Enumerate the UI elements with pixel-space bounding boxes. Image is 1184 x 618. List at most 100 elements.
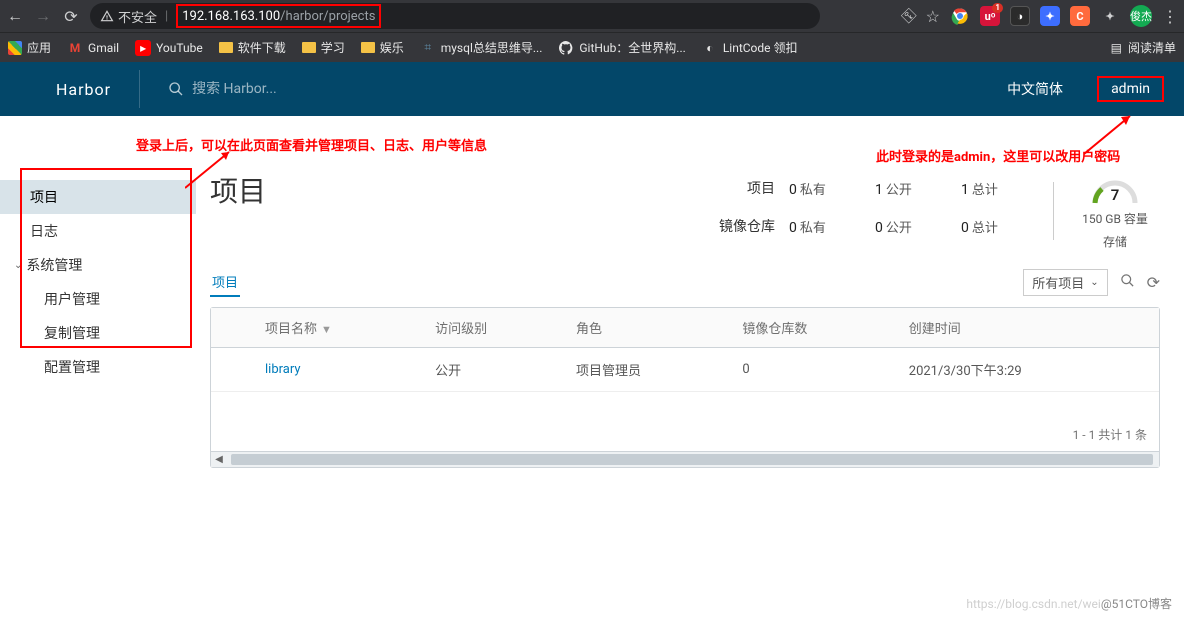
folder-icon xyxy=(361,42,375,53)
header-divider xyxy=(139,70,140,108)
sidebar: 项目 日志 ⌄ 系统管理 用户管理 复制管理 配置管理 xyxy=(0,116,196,618)
sidebar-item-label: 系统管理 xyxy=(26,255,82,275)
gmail-icon: M xyxy=(67,40,83,56)
sidebar-item-sysadmin[interactable]: ⌄ 系统管理 xyxy=(0,248,196,282)
profile-avatar[interactable]: 俊杰 xyxy=(1130,5,1152,27)
summary-cell: 1总计 xyxy=(961,179,1047,198)
warning-icon xyxy=(100,9,114,23)
table-row xyxy=(211,392,1159,418)
filter-dropdown[interactable]: 所有项目 ⌄ xyxy=(1023,269,1107,296)
storage-gauge: 7 150 GB 容量 存储 xyxy=(1070,178,1160,250)
ext-chrome-icon[interactable] xyxy=(950,6,970,26)
bookmark-folder-download[interactable]: 软件下载 xyxy=(219,39,286,56)
summary-divider xyxy=(1053,182,1054,240)
table-header: 项目名称▼ 访问级别 角色 镜像仓库数 创建时间 xyxy=(211,308,1159,348)
annotation-right: 此时登录的是admin，这里可以改用户密码 xyxy=(876,146,1120,165)
nav-back-icon[interactable]: ← xyxy=(6,6,24,26)
chevron-down-icon: ⌄ xyxy=(1090,277,1098,288)
th-access[interactable]: 访问级别 xyxy=(425,308,566,348)
th-repo-count[interactable]: 镜像仓库数 xyxy=(732,308,898,348)
bookmark-gmail[interactable]: M Gmail xyxy=(67,40,119,56)
bookmark-github[interactable]: GitHub：全世界构... xyxy=(558,39,685,56)
browser-menu-icon[interactable]: ⋮ xyxy=(1162,7,1178,26)
bookmark-label: YouTube xyxy=(156,41,203,55)
insecure-indicator[interactable]: 不安全 xyxy=(100,7,157,26)
th-name[interactable]: 项目名称▼ xyxy=(255,308,425,348)
bookmark-label: 学习 xyxy=(321,39,345,56)
search-wrap xyxy=(168,81,1007,97)
sidebar-item-logs[interactable]: 日志 xyxy=(0,214,196,248)
cell-repo-count: 0 xyxy=(732,348,898,392)
toolbar-right: ⚿ ☆ uᵒ1 ◑ ✦ C ✦ 俊杰 ⋮ xyxy=(903,5,1178,27)
mysql-icon: ⌗ xyxy=(420,40,436,56)
ext-orange-icon[interactable]: C xyxy=(1070,6,1090,26)
bookmark-mysql[interactable]: ⌗ mysql总结思维导... xyxy=(420,39,543,56)
github-icon xyxy=(558,40,574,56)
sidebar-item-replication[interactable]: 复制管理 xyxy=(0,316,196,350)
harbor-header: Harbor 中文简体 admin xyxy=(0,62,1184,116)
ext-dark-icon[interactable]: ◑ xyxy=(1010,6,1030,26)
bookmark-label: 应用 xyxy=(27,39,51,56)
address-bar[interactable]: 不安全 | 192.168.163.100/harbor/projects xyxy=(90,3,820,29)
gauge-value: 7 xyxy=(1070,186,1160,204)
gauge-label: 150 GB 容量 xyxy=(1070,210,1160,227)
bookmark-apps[interactable]: 应用 xyxy=(8,39,51,56)
language-switcher[interactable]: 中文简体 xyxy=(1007,79,1063,99)
summary-project-label: 项目 xyxy=(709,178,789,198)
search-filter-icon[interactable] xyxy=(1120,273,1135,292)
table-row[interactable]: library 公开 项目管理员 0 2021/3/30下午3:29 xyxy=(211,348,1159,392)
user-menu-button[interactable]: admin xyxy=(1097,76,1164,102)
ext-blue-icon[interactable]: ✦ xyxy=(1040,6,1060,26)
watermark-dark: @51CTO博客 xyxy=(1101,597,1172,611)
sidebar-item-users[interactable]: 用户管理 xyxy=(0,282,196,316)
annotation-arrow-left xyxy=(185,148,235,198)
scrollbar-thumb[interactable] xyxy=(231,454,1153,465)
extensions-puzzle-icon[interactable]: ✦ xyxy=(1100,6,1120,26)
folder-icon xyxy=(219,42,233,53)
tab-projects[interactable]: 项目 xyxy=(210,268,240,297)
bookmark-lintcode[interactable]: ◐LintCode 领扣 xyxy=(702,39,798,56)
bookmark-folder-study[interactable]: 学习 xyxy=(302,39,345,56)
summary-repo-label: 镜像仓库 xyxy=(709,216,789,236)
sidebar-item-config[interactable]: 配置管理 xyxy=(0,350,196,384)
summary-cell: 1公开 xyxy=(875,179,961,198)
nav-forward-icon[interactable]: → xyxy=(34,6,52,26)
sidebar-item-projects[interactable]: 项目 xyxy=(0,180,196,214)
th-created[interactable]: 创建时间 xyxy=(899,308,1159,348)
reading-list-button[interactable]: ▤ 阅读清单 xyxy=(1111,39,1176,56)
bookmark-folder-fun[interactable]: 娱乐 xyxy=(361,39,404,56)
reading-list-icon: ▤ xyxy=(1111,41,1122,55)
filter-icon: ▼ xyxy=(321,323,332,336)
scroll-left-icon[interactable]: ◀ xyxy=(211,454,227,465)
chevron-down-icon: ⌄ xyxy=(14,260,22,271)
apps-grid-icon xyxy=(8,41,22,55)
bookmark-star-icon[interactable]: ☆ xyxy=(926,7,940,26)
search-icon xyxy=(168,81,184,97)
th-checkbox[interactable] xyxy=(211,308,255,348)
watermark: https://blog.csdn.net/wei@51CTO博客 xyxy=(966,595,1172,612)
summary-cell: 0私有 xyxy=(789,217,875,236)
cell-role: 项目管理员 xyxy=(566,348,732,392)
ext-ublock-icon[interactable]: uᵒ1 xyxy=(980,6,1000,26)
reading-list-label: 阅读清单 xyxy=(1128,39,1176,56)
project-name-link[interactable]: library xyxy=(265,362,301,377)
url-path: /harbor/projects xyxy=(280,9,375,24)
reload-icon[interactable]: ⟳ xyxy=(62,7,80,26)
insecure-label: 不安全 xyxy=(118,7,157,26)
search-input[interactable] xyxy=(192,81,492,97)
browser-toolbar: ← → ⟳ 不安全 | 192.168.163.100/harbor/proje… xyxy=(0,0,1184,32)
watermark-light: https://blog.csdn.net/wei xyxy=(966,597,1101,611)
horizontal-scrollbar[interactable]: ◀ xyxy=(211,451,1159,467)
refresh-icon[interactable]: ⟳ xyxy=(1147,273,1160,292)
content-area: 项目 项目 0私有 1公开 1总计 镜像仓库 0私有 0公开 0总计 xyxy=(196,116,1184,618)
harbor-logo[interactable]: Harbor xyxy=(56,80,111,99)
bookmark-label: GitHub：全世界构... xyxy=(579,39,685,56)
bookmark-label: mysql总结思维导... xyxy=(441,39,543,56)
bookmark-label: Gmail xyxy=(88,41,119,55)
bookmark-youtube[interactable]: ▸YouTube xyxy=(135,40,203,56)
summary-cell: 0总计 xyxy=(961,217,1047,236)
table-footer: 1 - 1 共计 1 条 xyxy=(211,418,1159,451)
th-role[interactable]: 角色 xyxy=(566,308,732,348)
password-key-icon[interactable]: ⚿ xyxy=(898,5,921,28)
url-highlight-box: 192.168.163.100/harbor/projects xyxy=(176,4,381,28)
